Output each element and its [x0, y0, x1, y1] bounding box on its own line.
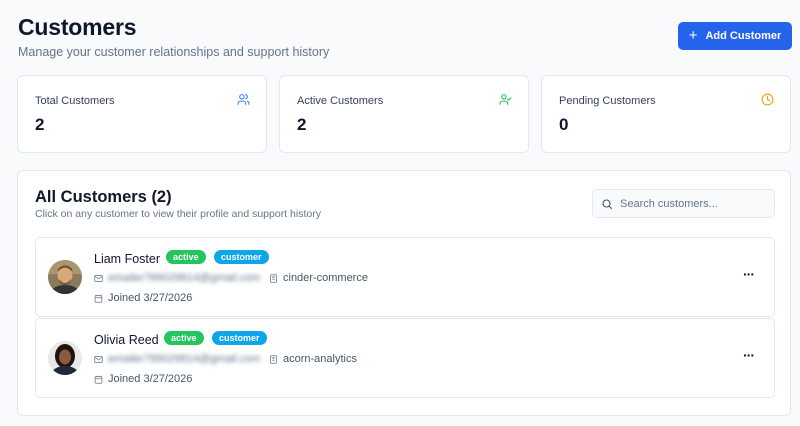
list-title: All Customers (2) [35, 188, 172, 206]
search-input[interactable] [620, 197, 770, 210]
org-meta: acorn-analytics [269, 353, 357, 365]
building-icon [270, 354, 277, 364]
list-subtitle: Click on any customer to view their prof… [35, 208, 321, 220]
avatar [48, 260, 82, 294]
more-options-icon[interactable]: ··· [743, 348, 755, 362]
stat-card-pending: Pending Customers 0 [541, 75, 791, 153]
page-subtitle: Manage your customer relationships and s… [18, 45, 330, 59]
stat-card-active: Active Customers 2 [279, 75, 529, 153]
customer-list-card: All Customers (2) Click on any customer … [17, 170, 791, 416]
role-badge: customer [212, 331, 267, 345]
customer-joined: Joined 3/27/2026 [108, 292, 193, 304]
status-badge: active [164, 331, 204, 345]
mail-icon [94, 355, 103, 363]
mail-icon [94, 274, 103, 282]
stat-label: Pending Customers [559, 95, 656, 107]
customer-name: Olivia Reed [94, 333, 159, 347]
search-box [592, 189, 775, 218]
search-icon [602, 198, 613, 209]
clock-icon [761, 93, 774, 106]
customer-org: cinder-commerce [283, 272, 368, 284]
email-meta: emailer789029814@gmail.com [94, 272, 260, 284]
org-meta: cinder-commerce [269, 272, 368, 284]
calendar-icon [94, 294, 103, 303]
stat-value: 2 [35, 115, 45, 134]
joined-meta: Joined 3/27/2026 [94, 373, 192, 385]
role-badge: customer [214, 250, 269, 264]
customer-name: Liam Foster [94, 252, 160, 266]
add-customer-label: Add Customer [705, 30, 782, 42]
customer-email: emailer789029814@gmail.com [108, 272, 261, 284]
customer-email: emailer789029814@gmail.com [108, 353, 261, 365]
page-title: Customers [18, 14, 137, 40]
plus-icon: + [688, 27, 698, 44]
email-meta: emailer789029814@gmail.com [94, 353, 260, 365]
stat-value: 2 [297, 115, 307, 134]
joined-meta: Joined 3/27/2026 [94, 292, 192, 304]
status-badge: active [166, 250, 206, 264]
customer-row[interactable]: Liam Foster active customer emailer78902… [35, 237, 775, 317]
avatar [48, 341, 82, 375]
calendar-icon [94, 375, 103, 384]
customer-joined: Joined 3/27/2026 [108, 373, 193, 385]
stat-card-total: Total Customers 2 [17, 75, 267, 153]
page-header: Customers Manage your customer relations… [18, 14, 329, 59]
building-icon [270, 273, 277, 283]
stat-label: Active Customers [297, 95, 384, 107]
add-customer-button[interactable]: + Add Customer [678, 22, 792, 50]
customer-org: acorn-analytics [283, 353, 357, 365]
user-check-icon [499, 94, 512, 105]
stat-label: Total Customers [35, 95, 115, 107]
users-icon [237, 94, 250, 105]
stat-value: 0 [559, 115, 569, 134]
more-options-icon[interactable]: ··· [743, 267, 755, 281]
customer-row[interactable]: Olivia Reed active customer emailer78902… [35, 318, 775, 398]
